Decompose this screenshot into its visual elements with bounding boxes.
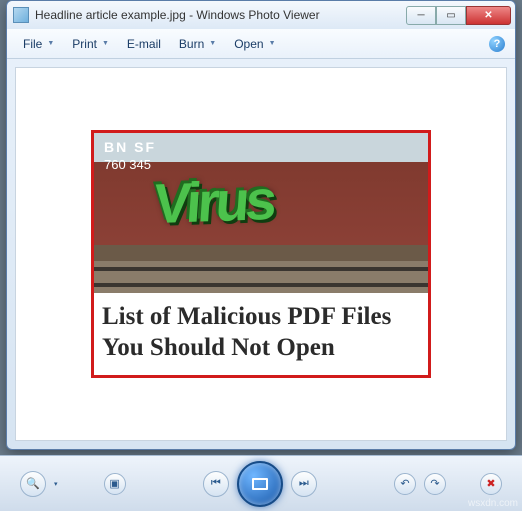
rail-line <box>94 283 428 287</box>
menu-burn[interactable]: Burn ▼ <box>173 34 222 54</box>
close-button[interactable]: ✕ <box>466 6 511 25</box>
article-headline: List of Malicious PDF Files You Should N… <box>94 293 428 376</box>
menu-open[interactable]: Open ▼ <box>228 34 281 54</box>
railroad-mark: BN SF <box>104 139 156 155</box>
chevron-down-icon: ▼ <box>102 40 109 47</box>
menubar: File ▼ Print ▼ E-mail Burn ▼ Open ▼ ? <box>7 29 515 59</box>
menu-open-label: Open <box>234 37 263 51</box>
delete-icon: ✖ <box>486 477 495 490</box>
next-button[interactable]: ⏭ <box>291 471 317 497</box>
graffiti-text: Virus <box>152 167 276 236</box>
viewer-toolbar: 🔍 ▾ ▣ ⏮ ⏭ ↶ ↷ ✖ <box>0 455 522 511</box>
menu-file-label: File <box>23 37 42 51</box>
slideshow-icon <box>252 478 268 490</box>
chevron-down-icon: ▼ <box>47 40 54 47</box>
window-controls: ─ ▭ ✕ <box>406 6 511 25</box>
window-title: Headline article example.jpg - Windows P… <box>35 8 406 22</box>
displayed-image: BN SF 760 345 Virus List of Malicious PD… <box>91 130 431 379</box>
menu-print-label: Print <box>72 37 97 51</box>
titlebar[interactable]: Headline article example.jpg - Windows P… <box>7 1 515 29</box>
slideshow-button[interactable] <box>237 461 283 507</box>
fit-icon: ▣ <box>109 477 119 490</box>
chevron-down-icon: ▼ <box>269 40 276 47</box>
menu-email-label: E-mail <box>127 37 161 51</box>
railcar-number: 760 345 <box>104 157 151 172</box>
article-photo: BN SF 760 345 Virus <box>94 133 428 293</box>
app-icon <box>13 7 29 23</box>
prev-icon: ⏮ <box>211 477 221 490</box>
fit-to-window-button[interactable]: ▣ <box>104 473 126 495</box>
zoom-button[interactable]: 🔍 <box>20 471 46 497</box>
chevron-down-icon: ▼ <box>209 40 216 47</box>
rotate-cw-button[interactable]: ↷ <box>424 473 446 495</box>
app-window: Headline article example.jpg - Windows P… <box>6 0 516 450</box>
magnifier-icon: 🔍 <box>26 477 40 490</box>
menu-print[interactable]: Print ▼ <box>66 34 115 54</box>
rotate-cw-icon: ↷ <box>430 477 439 490</box>
previous-button[interactable]: ⏮ <box>203 471 229 497</box>
minimize-button[interactable]: ─ <box>406 6 436 25</box>
rail-line <box>94 267 428 271</box>
watermark: wsxdn.com <box>468 498 518 509</box>
rotate-ccw-button[interactable]: ↶ <box>394 473 416 495</box>
chevron-down-icon[interactable]: ▾ <box>54 480 58 488</box>
menu-burn-label: Burn <box>179 37 204 51</box>
image-viewport[interactable]: BN SF 760 345 Virus List of Malicious PD… <box>15 67 507 441</box>
maximize-button[interactable]: ▭ <box>436 6 466 25</box>
delete-button[interactable]: ✖ <box>480 473 502 495</box>
next-icon: ⏭ <box>299 477 309 490</box>
menu-email[interactable]: E-mail <box>121 34 167 54</box>
help-icon[interactable]: ? <box>489 36 505 52</box>
rotate-ccw-icon: ↶ <box>400 477 409 490</box>
menu-file[interactable]: File ▼ <box>17 34 60 54</box>
